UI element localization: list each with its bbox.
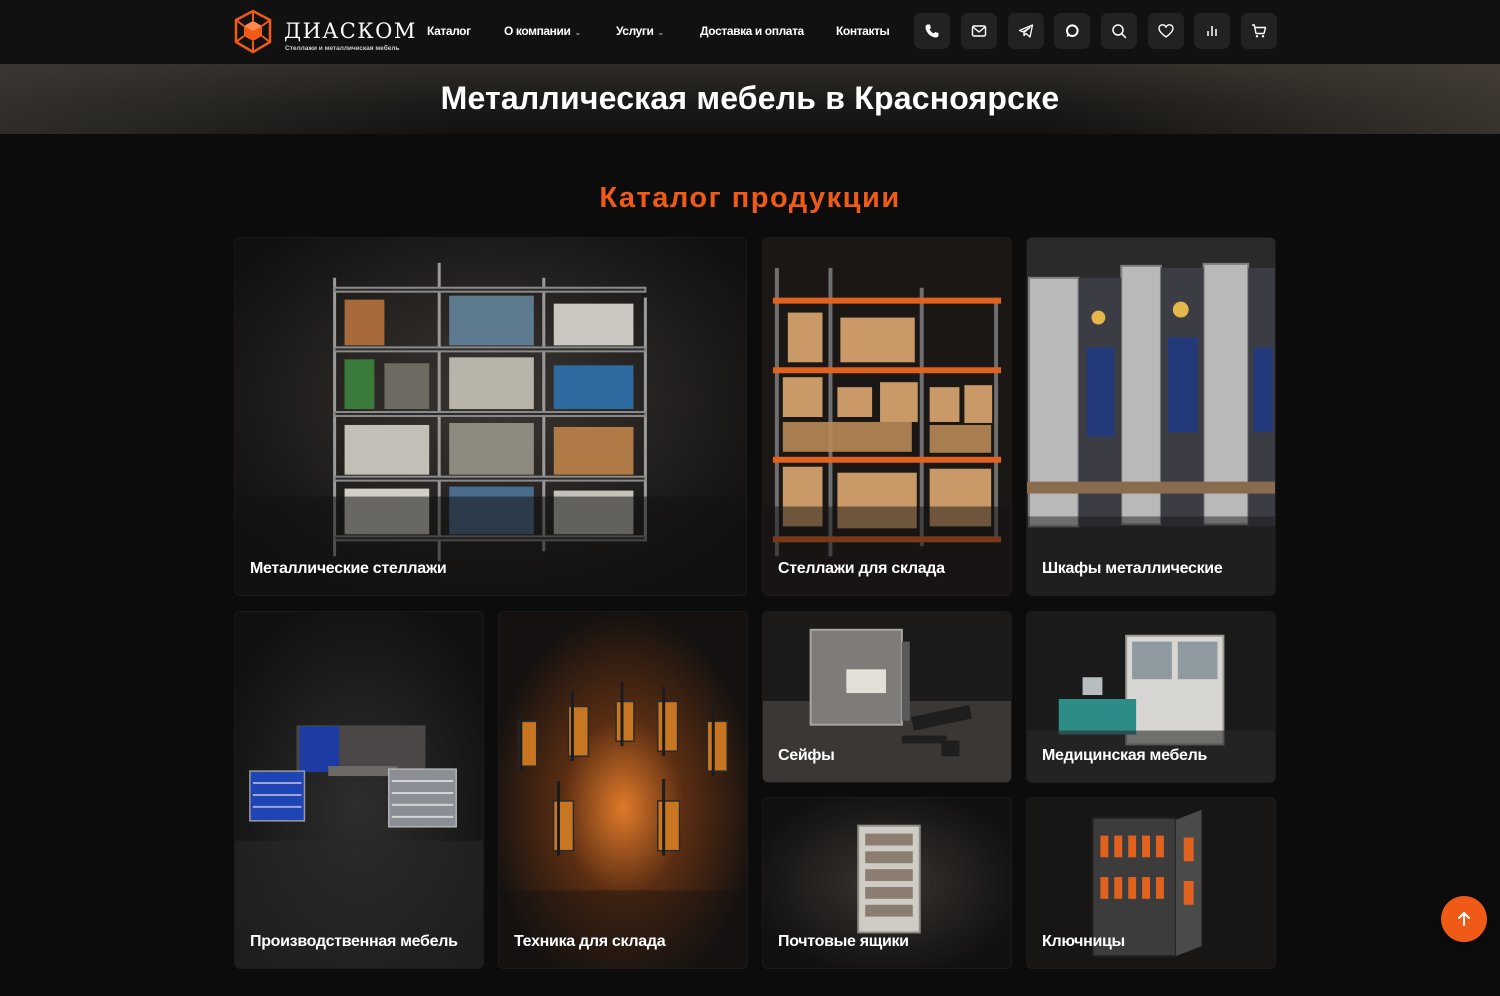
site-logo[interactable]: ДИАСКОМ Стеллажи и металлическая мебель: [232, 9, 415, 55]
cart-icon: [1252, 24, 1267, 38]
card-label: Производственная мебель: [250, 933, 458, 950]
industrial-furniture-image: [235, 612, 483, 968]
card-label: Медицинская мебель: [1042, 747, 1208, 764]
card-label: Почтовые ящики: [778, 933, 909, 950]
nav-services-label: Услуги: [616, 24, 654, 38]
nav-about-label: О компании: [504, 24, 571, 38]
nav-contacts[interactable]: Контакты: [836, 24, 890, 38]
card-label: Металлические стеллажи: [250, 560, 447, 577]
nav-services[interactable]: Услуги ⌄: [616, 24, 664, 38]
nav-catalog-label: Каталог: [427, 24, 471, 38]
phone-icon: [925, 24, 939, 38]
card-label: Стеллажи для склада: [778, 560, 945, 577]
chat-icon: [1066, 24, 1079, 37]
compare-button[interactable]: [1194, 13, 1230, 49]
phone-button[interactable]: [914, 13, 950, 49]
scroll-top-button[interactable]: [1441, 896, 1487, 942]
page-hero: Металлическая мебель в Красноярске: [0, 64, 1500, 134]
favorites-button[interactable]: [1148, 13, 1184, 49]
catalog-card-medical-furniture[interactable]: Медицинская мебель: [1026, 611, 1276, 783]
heart-icon: [1158, 24, 1174, 38]
card-label: Техника для склада: [514, 933, 666, 950]
arrow-up-icon: [1458, 912, 1470, 926]
catalog-card-industrial-furniture[interactable]: Производственная мебель: [234, 611, 484, 969]
mail-button[interactable]: [961, 13, 997, 49]
catalog-card-metal-lockers[interactable]: Шкафы металлические: [1026, 237, 1276, 596]
card-label: Ключницы: [1042, 933, 1125, 950]
site-header: ДИАСКОМ Стеллажи и металлическая мебель …: [0, 0, 1500, 64]
mail-icon: [971, 25, 987, 37]
catalog-card-metal-shelving[interactable]: Металлические стеллажи: [234, 237, 747, 596]
catalog-card-warehouse-equipment[interactable]: Техника для склада: [498, 611, 748, 969]
logo-tagline: Стеллажи и металлическая мебель: [285, 45, 400, 52]
telegram-button[interactable]: [1008, 13, 1044, 49]
metal-shelving-image: [235, 238, 746, 595]
card-label: Шкафы металлические: [1042, 560, 1223, 577]
nav-about[interactable]: О компании ⌄: [504, 24, 581, 38]
warehouse-racks-image: [763, 238, 1011, 595]
nav-delivery[interactable]: Доставка и оплата: [700, 24, 804, 38]
telegram-icon: [1018, 24, 1034, 38]
chat-button[interactable]: [1054, 13, 1090, 49]
nav-catalog[interactable]: Каталог: [427, 24, 471, 38]
compare-icon: [1207, 26, 1217, 36]
catalog-card-key-cabinets[interactable]: Ключницы: [1026, 797, 1276, 969]
chevron-down-icon: ⌄: [574, 28, 582, 37]
catalog-card-warehouse-racks[interactable]: Стеллажи для склада: [762, 237, 1012, 596]
catalog-title: Каталог продукции: [599, 182, 901, 214]
search-icon: [1112, 24, 1127, 39]
nav-delivery-label: Доставка и оплата: [700, 24, 804, 38]
warehouse-equipment-image: [499, 612, 747, 968]
chevron-down-icon: ⌄: [657, 28, 665, 37]
logo-cube-icon: [234, 9, 272, 54]
catalog-card-safes[interactable]: Сейфы: [762, 611, 1012, 783]
logo-name: ДИАСКОМ: [284, 19, 417, 43]
metal-lockers-image: [1027, 238, 1275, 595]
search-button[interactable]: [1101, 13, 1137, 49]
cart-button[interactable]: [1241, 13, 1277, 49]
catalog-card-mailboxes[interactable]: Почтовые ящики: [762, 797, 1012, 969]
page-title: Металлическая мебель в Красноярске: [440, 80, 1060, 116]
nav-contacts-label: Контакты: [836, 24, 890, 38]
card-label: Сейфы: [778, 747, 835, 764]
